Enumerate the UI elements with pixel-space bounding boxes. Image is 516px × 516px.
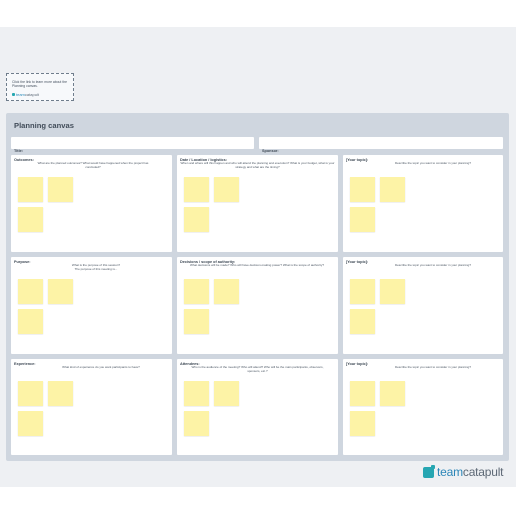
sticky-note[interactable] (48, 177, 73, 202)
section-experience[interactable]: Experience: What kind of experience do y… (11, 359, 172, 455)
sticky-note[interactable] (214, 279, 239, 304)
info-note-card[interactable]: Click the link to learn more about the P… (6, 73, 74, 101)
sticky-note[interactable] (18, 309, 43, 334)
sticky-note[interactable] (350, 279, 375, 304)
section-topic-3-label: [Your topic]: (346, 362, 369, 366)
sticky-note[interactable] (18, 279, 43, 304)
info-note-logo[interactable]: team catapult (12, 92, 69, 97)
logo-team-text: team (437, 465, 463, 479)
planning-canvas-page: Click the link to learn more about the P… (0, 0, 516, 516)
sticky-note[interactable] (350, 177, 375, 202)
info-logo-team: team (16, 92, 25, 97)
section-decisions-prompt: What decisions will be made? Who will ha… (189, 263, 325, 267)
section-purpose-prompt-2: The purpose of this meeting is... (74, 267, 118, 271)
sponsor-field[interactable]: Sponsor: (259, 137, 503, 153)
teamcatapult-logo[interactable]: team catapult (423, 464, 504, 479)
sticky-note[interactable] (184, 411, 209, 436)
section-date-location[interactable]: Date / Location / logistics: When and wh… (177, 155, 338, 252)
logo-catapult-text: catapult (462, 465, 504, 479)
section-date-prompt: When and where will this happen and who … (180, 161, 335, 169)
title-field[interactable]: Title: (11, 137, 254, 153)
title-field-label: Title: (14, 149, 24, 153)
section-outcomes-prompt: What are the planned outcomes? What woul… (37, 161, 149, 169)
section-topic-2-label: [Your topic]: (346, 260, 369, 264)
section-experience-label: Experience: (14, 362, 36, 366)
teamcatapult-mini-icon (12, 93, 15, 96)
sticky-note[interactable] (18, 381, 43, 406)
section-purpose-label: Purpose: (14, 260, 31, 264)
section-outcomes[interactable]: Outcomes: What are the planned outcomes?… (11, 155, 172, 252)
sticky-note[interactable] (48, 279, 73, 304)
sticky-note[interactable] (350, 207, 375, 232)
section-outcomes-label: Outcomes: (14, 158, 34, 162)
section-purpose[interactable]: Purpose: What is the purpose of this ses… (11, 257, 172, 354)
sticky-note[interactable] (184, 309, 209, 334)
section-decisions[interactable]: Decisions / scope of authority: What dec… (177, 257, 338, 354)
canvas-title: Planning canvas (14, 122, 74, 130)
top-band (0, 0, 516, 27)
planning-canvas-board: Planning canvas Title: Sponsor: Outcomes… (6, 113, 509, 461)
section-topic-3-prompt: Describe the topic you want to consider … (394, 365, 472, 369)
sticky-note[interactable] (184, 207, 209, 232)
sticky-note[interactable] (184, 381, 209, 406)
sticky-note[interactable] (380, 279, 405, 304)
teamcatapult-icon (423, 464, 435, 478)
info-logo-catapult: catapult (24, 92, 39, 97)
sponsor-field-label: Sponsor: (262, 149, 279, 153)
section-attendees-prompt: Who is the audience of the meeting? Who … (191, 365, 324, 373)
sticky-note[interactable] (350, 411, 375, 436)
info-note-text: Click the link to learn more about the P… (12, 80, 68, 88)
section-topic-2[interactable]: [Your topic]: Describe the topic you wan… (343, 257, 503, 354)
sticky-note[interactable] (18, 207, 43, 232)
sticky-note[interactable] (214, 381, 239, 406)
sticky-note[interactable] (18, 177, 43, 202)
sticky-note[interactable] (184, 177, 209, 202)
sticky-note[interactable] (214, 177, 239, 202)
section-topic-2-prompt: Describe the topic you want to consider … (394, 263, 472, 267)
section-attendees[interactable]: Attendees: Who is the audience of the me… (177, 359, 338, 455)
sticky-note[interactable] (48, 381, 73, 406)
section-experience-prompt: What kind of experience do you want part… (62, 365, 140, 369)
section-topic-1-prompt: Describe the topic you want to consider … (394, 161, 472, 165)
sticky-note[interactable] (184, 279, 209, 304)
section-topic-3[interactable]: [Your topic]: Describe the topic you wan… (343, 359, 503, 455)
sticky-note[interactable] (380, 381, 405, 406)
section-topic-1-label: [Your topic]: (346, 158, 369, 162)
section-topic-1[interactable]: [Your topic]: Describe the topic you wan… (343, 155, 503, 252)
sticky-note[interactable] (350, 381, 375, 406)
bottom-band (0, 487, 516, 516)
sticky-note[interactable] (380, 177, 405, 202)
sticky-note[interactable] (18, 411, 43, 436)
sticky-note[interactable] (350, 309, 375, 334)
